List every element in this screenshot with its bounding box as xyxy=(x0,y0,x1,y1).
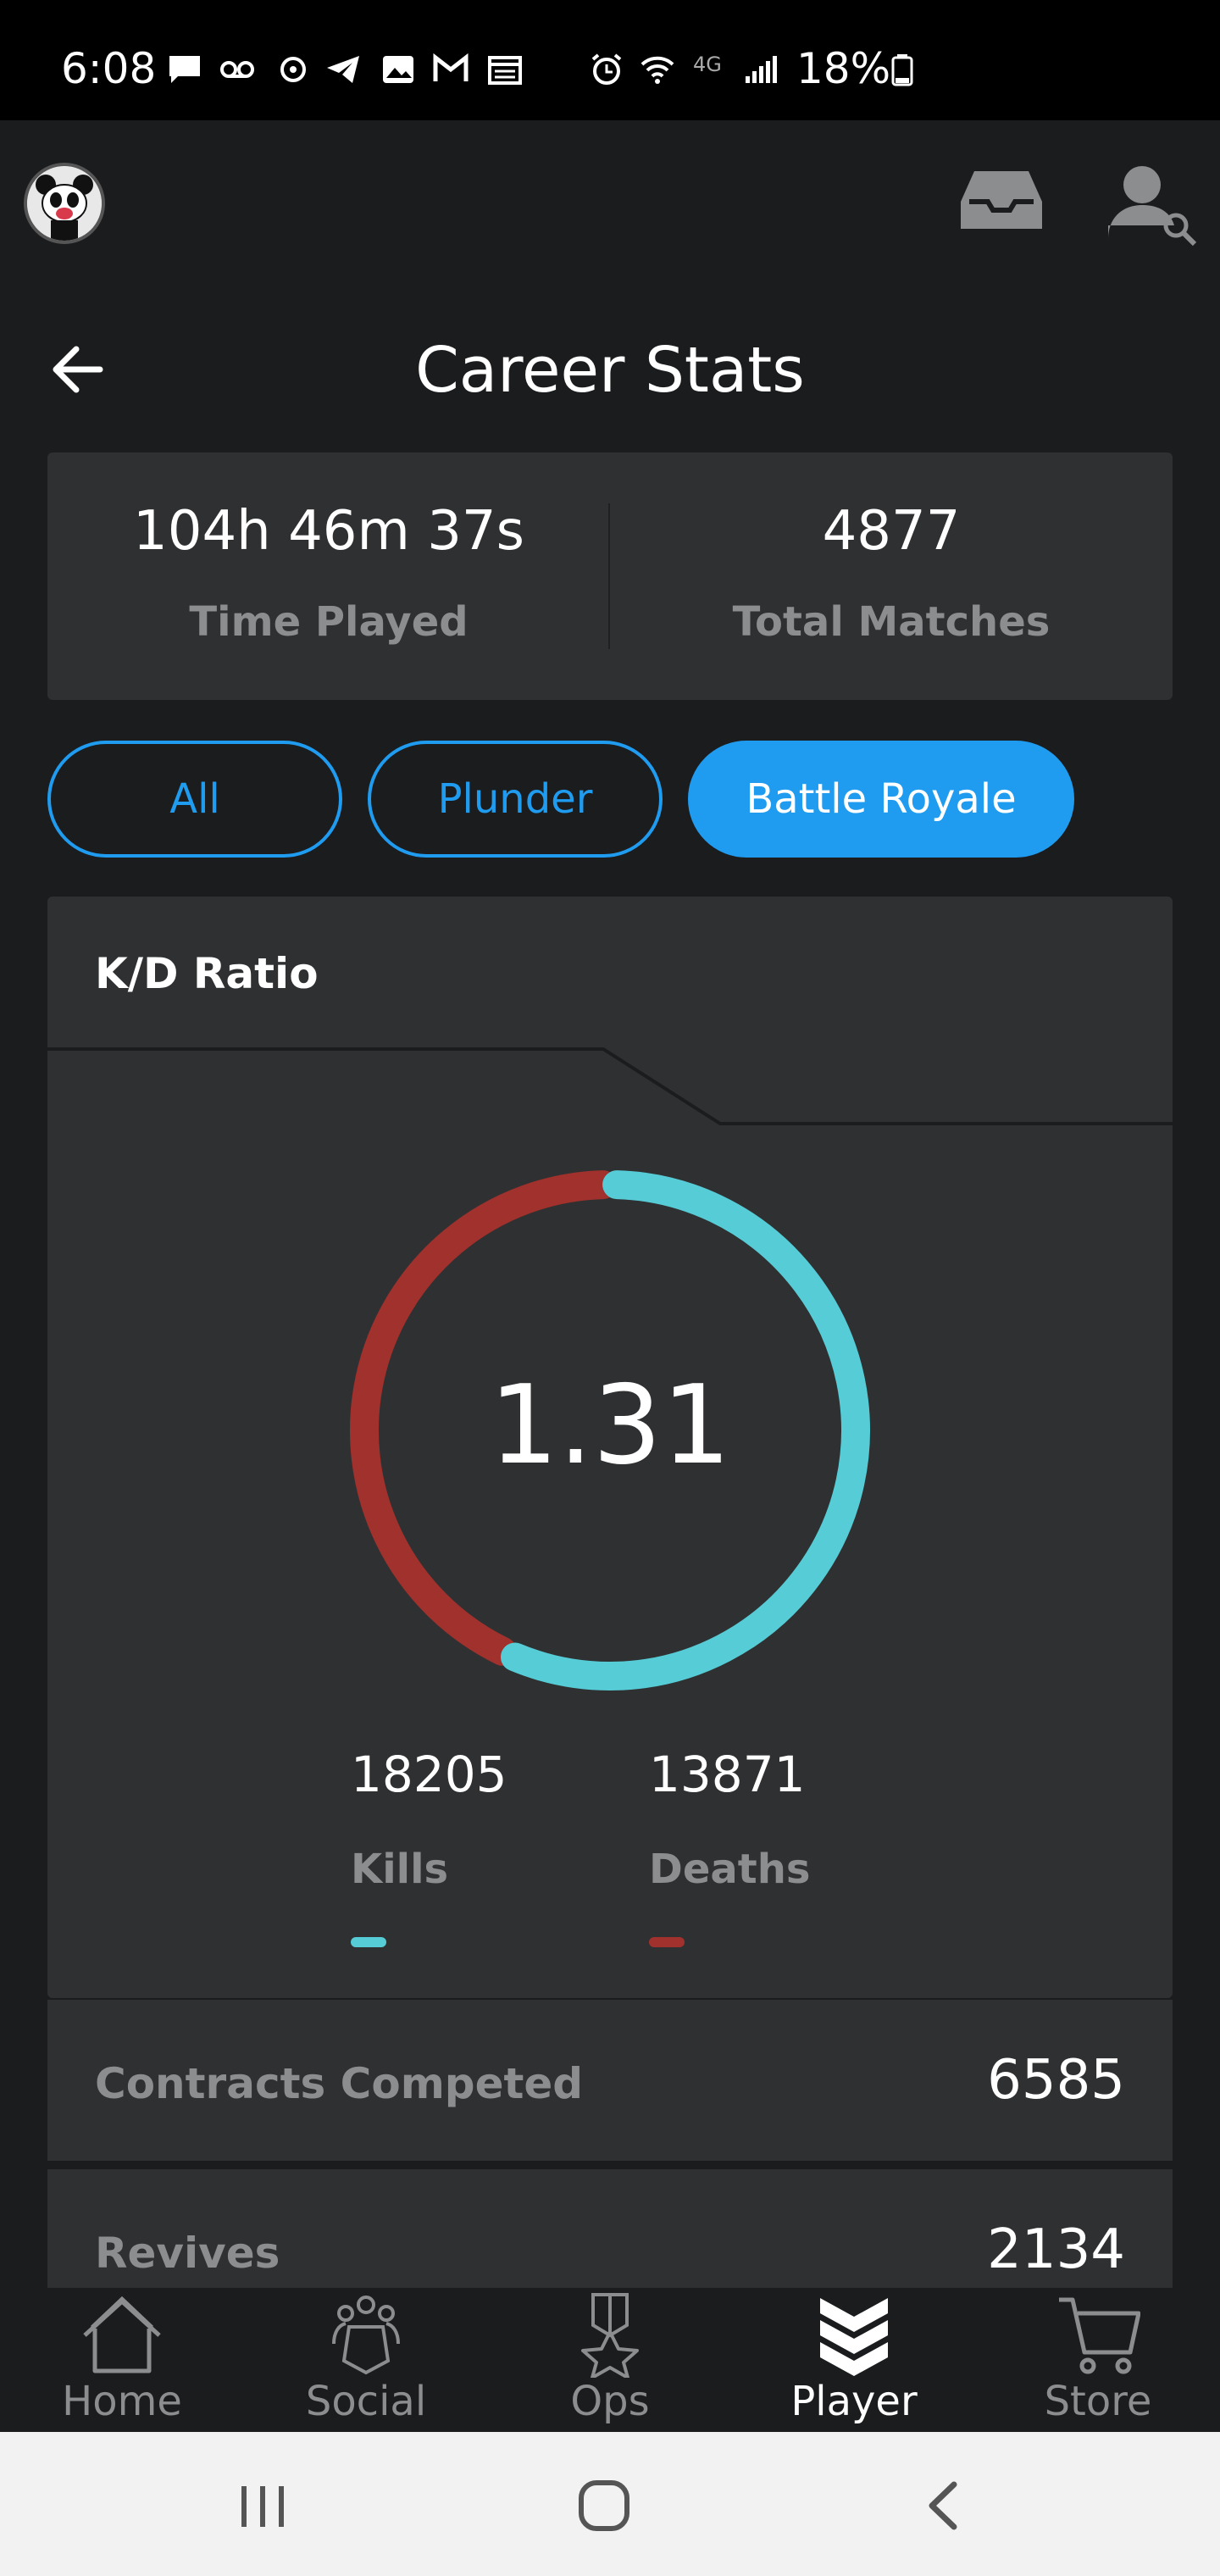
status-time: 6:08 xyxy=(61,44,157,93)
filter-plunder-button[interactable]: Plunder xyxy=(368,741,663,858)
telegram-icon xyxy=(327,56,359,83)
nav-player-label: Player xyxy=(790,2378,918,2425)
nav-ops[interactable]: Ops xyxy=(488,2288,732,2432)
home-icon xyxy=(83,2296,161,2373)
signal-icon xyxy=(746,56,777,83)
4g-icon: 4G xyxy=(693,53,722,76)
filter-battle-royale-button[interactable]: Battle Royale xyxy=(688,741,1074,858)
stat-value: 2134 xyxy=(987,2218,1125,2281)
deaths-value: 13871 xyxy=(649,1746,806,1803)
kd-header-divider xyxy=(47,1047,1173,1125)
nav-home[interactable]: Home xyxy=(0,2288,244,2432)
nav-ops-label: Ops xyxy=(570,2378,650,2425)
total-matches-stat: 4877 Total Matches xyxy=(610,452,1173,700)
gallery-icon xyxy=(383,56,413,83)
nav-home-label: Home xyxy=(62,2378,182,2425)
time-played-label: Time Played xyxy=(189,598,469,646)
total-matches-value: 4877 xyxy=(822,500,961,563)
recents-icon[interactable] xyxy=(236,2481,290,2532)
status-bar: 6:08 4G 18% xyxy=(0,0,1220,120)
deaths-legend-swatch xyxy=(649,1937,685,1947)
stat-row-contracts: Contracts Competed 6585 xyxy=(47,2000,1173,2161)
stat-value: 6585 xyxy=(987,2049,1125,2112)
nav-store-label: Store xyxy=(1044,2378,1152,2425)
deaths-label: Deaths xyxy=(649,1846,811,1893)
kills-legend-swatch xyxy=(351,1937,386,1947)
kd-ratio-card: K/D Ratio 1.31 18205 Kills 13871 Deaths xyxy=(47,897,1173,1998)
filter-all-button[interactable]: All xyxy=(47,741,342,858)
home-circle-icon[interactable] xyxy=(576,2478,632,2534)
stat-row-revives: Revives 2134 xyxy=(47,2169,1173,2288)
social-icon xyxy=(332,2296,400,2375)
kd-ratio-value: 1.31 xyxy=(489,1363,731,1489)
system-nav-bar xyxy=(0,2432,1220,2576)
nav-store[interactable]: Store xyxy=(976,2288,1220,2432)
player-chevrons-icon xyxy=(820,2298,888,2376)
stat-label: Revives xyxy=(95,2229,280,2278)
ops-medal-icon xyxy=(581,2293,639,2378)
cart-icon xyxy=(1059,2297,1140,2374)
message-icon xyxy=(169,56,200,83)
summary-card: 104h 46m 37s Time Played 4877 Total Matc… xyxy=(47,452,1173,700)
total-matches-label: Total Matches xyxy=(732,598,1051,646)
panda-avatar-icon xyxy=(27,166,102,241)
page-title: Career Stats xyxy=(415,334,805,407)
stat-label: Contracts Competed xyxy=(95,2059,584,2108)
nav-social[interactable]: Social xyxy=(244,2288,488,2432)
time-played-value: 104h 46m 37s xyxy=(133,500,524,563)
inbox-icon[interactable] xyxy=(957,166,1045,234)
wifi-icon xyxy=(640,56,674,84)
alarm-icon xyxy=(591,53,622,85)
gmail-icon xyxy=(433,53,469,81)
avatar[interactable] xyxy=(24,163,105,244)
voicemail-icon xyxy=(220,61,254,78)
system-back-icon[interactable] xyxy=(920,2479,968,2532)
settings-dot-icon xyxy=(280,57,306,82)
kd-title: K/D Ratio xyxy=(95,949,319,998)
player-search-icon[interactable] xyxy=(1108,161,1200,246)
time-played-stat: 104h 46m 37s Time Played xyxy=(47,452,610,700)
battery-icon xyxy=(891,54,913,86)
nav-player[interactable]: Player xyxy=(732,2288,976,2432)
calendar-icon xyxy=(488,56,522,85)
nav-social-label: Social xyxy=(305,2378,427,2425)
kills-label: Kills xyxy=(351,1846,449,1893)
kills-value: 18205 xyxy=(351,1746,507,1803)
battery-percent: 18% xyxy=(796,44,891,93)
bottom-nav: Home Social Ops Player Store xyxy=(0,2288,1220,2432)
